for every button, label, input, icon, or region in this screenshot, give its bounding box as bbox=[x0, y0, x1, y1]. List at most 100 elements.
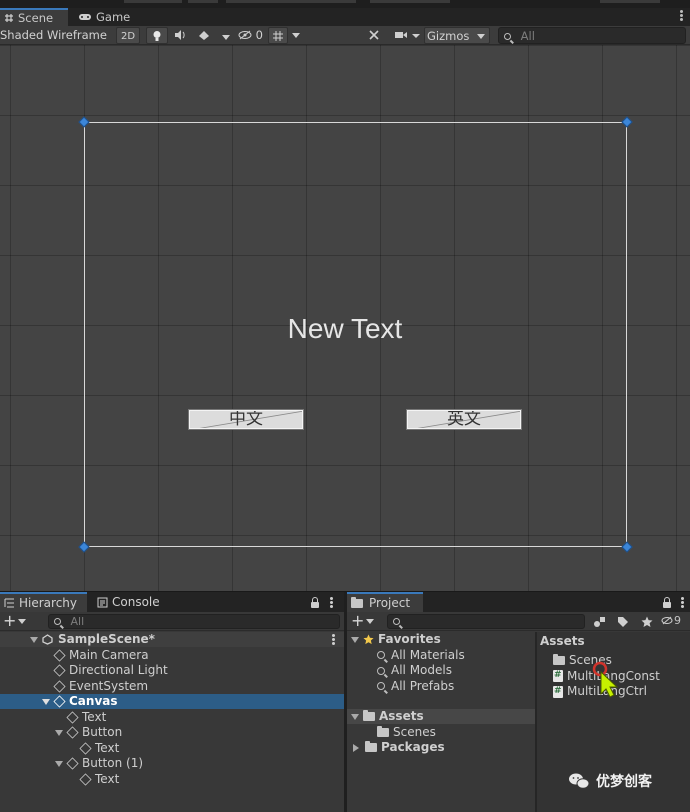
hierarchy-item-label: Canvas bbox=[69, 694, 118, 708]
project-folder-tree: Favorites All Materials All Models All P… bbox=[347, 632, 535, 812]
tree-item-assets[interactable]: Assets bbox=[347, 709, 535, 724]
lightbulb-icon bbox=[153, 31, 161, 41]
hierarchy-search-input[interactable]: All bbox=[48, 614, 340, 629]
kebab-menu-icon[interactable] bbox=[332, 634, 335, 646]
project-tab-bar: Project bbox=[347, 592, 690, 612]
console-icon bbox=[97, 597, 108, 607]
search-by-type-icon[interactable] bbox=[593, 616, 607, 628]
kebab-menu-icon[interactable] bbox=[681, 597, 684, 609]
tree-item-favorites[interactable]: Favorites bbox=[347, 632, 535, 647]
wechat-logo-icon bbox=[569, 773, 590, 789]
gameobject-icon bbox=[66, 757, 79, 770]
folder-icon bbox=[363, 710, 375, 721]
tab-hierarchy-label: Hierarchy bbox=[19, 596, 78, 610]
asset-breadcrumb[interactable]: Assets bbox=[537, 632, 690, 650]
hierarchy-item-main-camera[interactable]: Main Camera bbox=[0, 648, 344, 663]
shading-mode-label: Shaded Wireframe bbox=[0, 28, 107, 42]
mode-2d-button[interactable]: 2D bbox=[116, 27, 140, 44]
ui-button-english[interactable]: 英文 bbox=[406, 409, 522, 430]
chevron-down-icon bbox=[411, 33, 420, 38]
label-tag-icon[interactable] bbox=[617, 616, 629, 628]
hierarchy-item-canvas[interactable]: Canvas bbox=[0, 694, 344, 709]
script-icon bbox=[553, 684, 563, 699]
search-icon bbox=[393, 618, 400, 625]
folder-icon bbox=[553, 654, 565, 665]
toolbar-segment bbox=[124, 0, 182, 3]
tab-game-label: Game bbox=[96, 10, 131, 24]
tree-item-all-models[interactable]: All Models bbox=[347, 663, 535, 678]
tab-console[interactable]: Console bbox=[93, 592, 173, 612]
tree-item-scenes[interactable]: Scenes bbox=[347, 725, 535, 740]
hierarchy-item-button-text[interactable]: Text bbox=[0, 741, 344, 756]
plus-icon: + bbox=[3, 611, 17, 630]
hierarchy-item-button[interactable]: Button bbox=[0, 725, 344, 740]
kebab-menu-icon[interactable] bbox=[330, 597, 333, 609]
ui-text-new-text[interactable]: New Text bbox=[0, 313, 690, 345]
lighting-toggle[interactable] bbox=[146, 27, 168, 44]
hidden-packages-toggle[interactable]: 9 bbox=[661, 614, 681, 627]
chevron-down-icon bbox=[18, 619, 27, 624]
favorite-star-icon[interactable] bbox=[641, 616, 653, 628]
hierarchy-item-label: Button bbox=[82, 725, 123, 739]
gameobject-icon bbox=[79, 772, 92, 786]
scene-search-input[interactable]: All bbox=[498, 27, 686, 44]
mode-2d-label: 2D bbox=[120, 31, 136, 42]
tab-scene[interactable]: Scene bbox=[0, 8, 68, 26]
shading-mode-dropdown[interactable]: Shaded Wireframe bbox=[0, 27, 110, 44]
hierarchy-item-scene[interactable]: SampleScene* bbox=[0, 632, 344, 647]
gameobject-icon bbox=[66, 710, 79, 724]
grid-snap-dropdown[interactable] bbox=[292, 27, 306, 44]
hierarchy-item-label: Text bbox=[95, 771, 120, 786]
project-search-input[interactable] bbox=[387, 614, 585, 629]
eye-crossed-icon bbox=[238, 30, 252, 40]
hierarchy-item-text[interactable]: Text bbox=[0, 710, 344, 725]
grid-snap-toggle[interactable] bbox=[268, 27, 288, 44]
tab-game[interactable]: Game bbox=[74, 8, 140, 26]
collapse-arrow-icon bbox=[353, 743, 359, 752]
scene-search-placeholder: All bbox=[520, 29, 535, 43]
hierarchy-item-label: Directional Light bbox=[69, 663, 168, 677]
hierarchy-item-button-1[interactable]: Button (1) bbox=[0, 756, 344, 771]
create-dropdown[interactable]: + bbox=[3, 611, 27, 630]
hierarchy-item-label: Text bbox=[82, 709, 107, 724]
hierarchy-item-label: Button (1) bbox=[82, 756, 144, 770]
tab-hierarchy[interactable]: Hierarchy bbox=[0, 592, 87, 612]
create-asset-dropdown[interactable]: + bbox=[351, 613, 375, 629]
ui-button-chinese[interactable]: 中文 bbox=[188, 409, 304, 430]
tree-item-label: All Prefabs bbox=[391, 678, 455, 693]
toolbar-segment bbox=[188, 0, 218, 3]
camera-dropdown[interactable] bbox=[394, 27, 420, 44]
gameobject-icon bbox=[79, 741, 92, 755]
speaker-icon bbox=[175, 30, 185, 40]
camera-icon bbox=[395, 32, 407, 38]
tree-item-all-prefabs[interactable]: All Prefabs bbox=[347, 679, 535, 694]
tab-project[interactable]: Project bbox=[347, 592, 423, 612]
chevron-down-icon bbox=[221, 35, 230, 40]
gizmos-dropdown[interactable]: Gizmos bbox=[424, 27, 490, 44]
search-icon bbox=[377, 682, 385, 690]
tree-item-label: Assets bbox=[379, 709, 424, 723]
hierarchy-item-button-1-text[interactable]: Text bbox=[0, 772, 344, 787]
tab-menu-icon[interactable] bbox=[680, 10, 684, 22]
search-icon bbox=[54, 618, 61, 625]
tools-button[interactable] bbox=[368, 27, 386, 44]
tree-item-all-materials[interactable]: All Materials bbox=[347, 648, 535, 663]
hierarchy-item-directional-light[interactable]: Directional Light bbox=[0, 663, 344, 678]
lock-icon[interactable] bbox=[311, 597, 319, 608]
watermark: 优梦创客 bbox=[568, 771, 652, 791]
gameobject-icon bbox=[53, 679, 66, 693]
expand-arrow-icon bbox=[55, 729, 63, 736]
effects-dropdown[interactable] bbox=[198, 27, 232, 44]
audio-toggle[interactable] bbox=[174, 27, 192, 44]
tree-item-label: Favorites bbox=[378, 632, 441, 646]
hierarchy-item-eventsystem[interactable]: EventSystem bbox=[0, 679, 344, 694]
watermark-text: 优梦创客 bbox=[596, 774, 652, 790]
lock-icon[interactable] bbox=[663, 597, 671, 608]
expand-arrow-icon bbox=[30, 636, 38, 643]
chevron-down-icon bbox=[366, 619, 375, 624]
expand-arrow-icon bbox=[55, 760, 63, 767]
hidden-objects-toggle[interactable]: 0 bbox=[238, 27, 266, 44]
tree-item-packages[interactable]: Packages bbox=[347, 740, 535, 755]
folder-icon bbox=[351, 596, 363, 608]
scene-viewport[interactable]: New Text 中文 英文 bbox=[0, 45, 690, 591]
